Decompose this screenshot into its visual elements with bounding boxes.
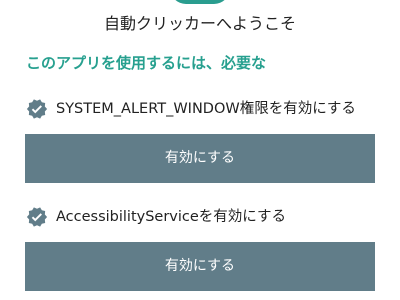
page-subtitle: このアプリを使用するには、必要な [26,54,267,72]
verified-badge-icon [26,207,48,227]
enable-accessibility-service-button[interactable]: 有効にする [25,242,375,291]
permission-row-system-alert-window: SYSTEM_ALERT_WINDOW権限を有効にする [26,97,356,121]
verified-badge-icon [26,99,48,119]
permission-label: AccessibilityServiceを有効にする [56,209,286,225]
app-logo-icon [170,0,230,4]
welcome-screen: 自動クリッカーへようこそ このアプリを使用するには、必要な SYSTEM_ALE… [0,0,400,300]
enable-system-alert-window-button[interactable]: 有効にする [25,134,375,183]
permission-row-accessibility-service: AccessibilityServiceを有効にする [26,205,286,229]
page-title: 自動クリッカーへようこそ [103,14,296,33]
permission-label: SYSTEM_ALERT_WINDOW権限を有効にする [56,101,356,117]
